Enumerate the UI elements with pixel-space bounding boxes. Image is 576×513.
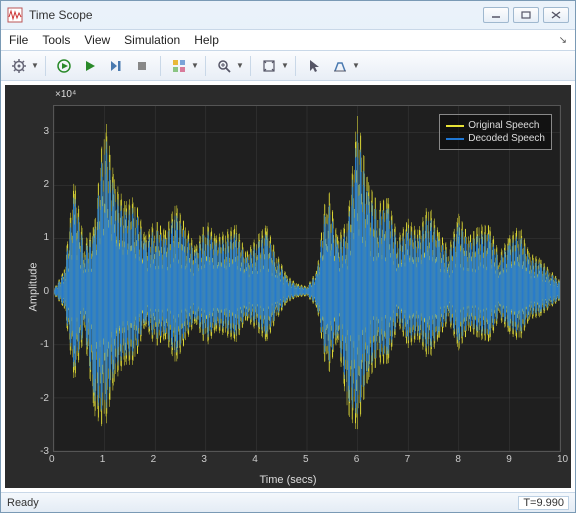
stop-icon[interactable]: [130, 54, 154, 78]
plot-frame: ×10⁴ Amplitude Time (secs) Original Spee…: [5, 85, 571, 488]
ytick-label: 3: [43, 126, 49, 137]
legend-label-decoded: Decoded Speech: [468, 132, 545, 145]
ytick-label: 2: [43, 179, 49, 190]
highlight-icon[interactable]: [167, 54, 191, 78]
gear-dropdown-icon[interactable]: ▼: [31, 61, 39, 70]
ytick-label: 1: [43, 232, 49, 243]
marker-icon[interactable]: [328, 54, 352, 78]
step-icon[interactable]: [104, 54, 128, 78]
xtick-label: 10: [557, 454, 568, 465]
xtick-label: 3: [201, 454, 207, 465]
statusbar: Ready T=9.990: [1, 492, 575, 512]
legend-swatch-decoded: [446, 138, 464, 140]
menu-tools[interactable]: Tools: [42, 33, 70, 47]
xtick-label: 2: [151, 454, 157, 465]
xtick-label: 8: [455, 454, 461, 465]
legend[interactable]: Original Speech Decoded Speech: [439, 114, 552, 150]
ytick-label: -1: [40, 339, 49, 350]
xtick-label: 6: [354, 454, 360, 465]
menu-help[interactable]: Help: [194, 33, 219, 47]
minimize-button[interactable]: [483, 7, 509, 23]
y-multiplier-label: ×10⁴: [55, 89, 76, 100]
plot-area: ×10⁴ Amplitude Time (secs) Original Spee…: [1, 81, 575, 492]
close-button[interactable]: [543, 7, 569, 23]
dock-corner-icon[interactable]: ↘: [559, 35, 567, 46]
highlight-dropdown-icon[interactable]: ▼: [191, 61, 199, 70]
menu-view[interactable]: View: [84, 33, 110, 47]
ytick-label: -2: [40, 393, 49, 404]
window-buttons: [483, 7, 569, 23]
play-icon[interactable]: [78, 54, 102, 78]
axes[interactable]: Original Speech Decoded Speech: [53, 105, 561, 452]
xtick-label: 7: [405, 454, 411, 465]
legend-swatch-original: [446, 125, 464, 127]
autoscale-dropdown-icon[interactable]: ▼: [281, 61, 289, 70]
app-icon: [7, 7, 23, 23]
xtick-label: 5: [303, 454, 309, 465]
menu-file[interactable]: File: [9, 33, 28, 47]
ytick-label: -3: [40, 446, 49, 457]
autoscale-icon[interactable]: [257, 54, 281, 78]
legend-label-original: Original Speech: [468, 119, 539, 132]
xtick-label: 9: [506, 454, 512, 465]
y-axis-label: Amplitude: [27, 262, 39, 311]
legend-item-original: Original Speech: [446, 119, 545, 132]
menu-simulation[interactable]: Simulation: [124, 33, 180, 47]
maximize-button[interactable]: [513, 7, 539, 23]
marker-dropdown-icon[interactable]: ▼: [352, 61, 360, 70]
xtick-label: 4: [252, 454, 258, 465]
xtick-label: 0: [49, 454, 55, 465]
cursor-icon[interactable]: [302, 54, 326, 78]
legend-item-decoded: Decoded Speech: [446, 132, 545, 145]
toolbar: ▼ ▼ ▼ ▼ ▼: [1, 51, 575, 81]
status-time: T=9.990: [518, 496, 569, 510]
gear-icon[interactable]: [7, 54, 31, 78]
plot-svg: [54, 106, 560, 451]
run-icon[interactable]: [52, 54, 76, 78]
ytick-label: 0: [43, 286, 49, 297]
xtick-label: 1: [100, 454, 106, 465]
zoom-dropdown-icon[interactable]: ▼: [236, 61, 244, 70]
x-axis-label: Time (secs): [259, 474, 316, 486]
titlebar: Time Scope: [1, 1, 575, 29]
zoom-icon[interactable]: [212, 54, 236, 78]
menubar: File Tools View Simulation Help ↘: [1, 29, 575, 51]
window-title: Time Scope: [29, 8, 483, 22]
status-ready: Ready: [7, 497, 39, 509]
time-scope-window: Time Scope File Tools View Simulation He…: [0, 0, 576, 513]
